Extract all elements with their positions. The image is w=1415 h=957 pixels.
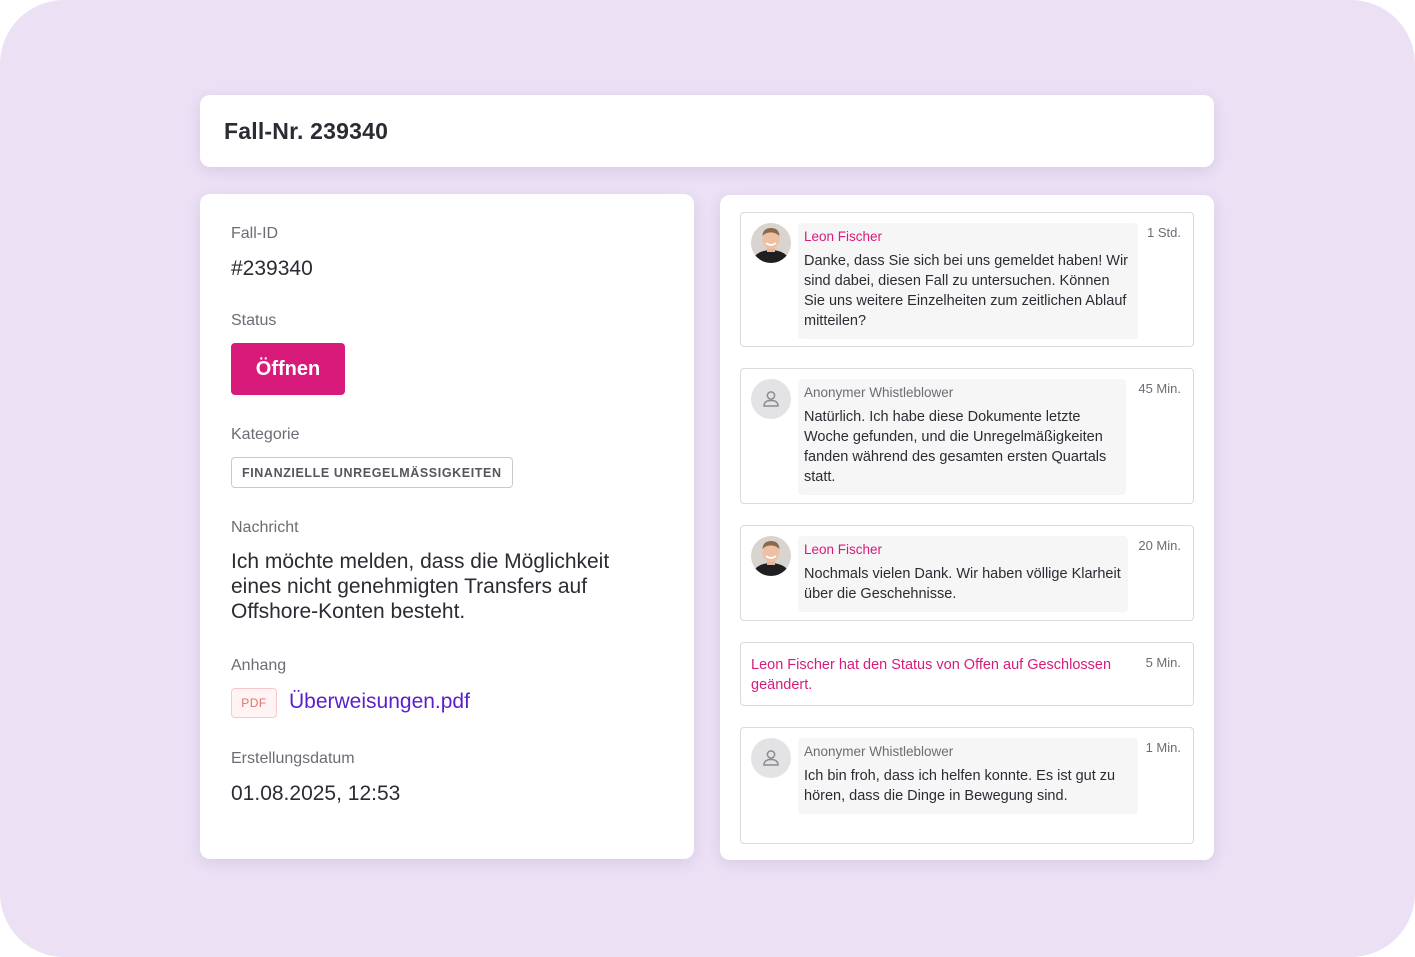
status-open-button[interactable]: Öffnen <box>231 343 345 395</box>
category-label: Kategorie <box>231 426 300 443</box>
message-text: Ich bin froh, dass ich helfen konnte. Es… <box>804 768 1116 804</box>
status-change-text: Leon Fischer hat den Status von Offen au… <box>751 657 1112 693</box>
attachment-link[interactable]: Überweisungen.pdf <box>289 690 470 714</box>
message-time: 1 Std. <box>1147 225 1181 240</box>
user-silhouette-icon <box>763 750 779 766</box>
case-header: Fall-Nr. 239340 <box>200 95 1214 167</box>
person-photo-icon <box>751 536 791 576</box>
thread-message: Leon Fischer Danke, dass Sie sich bei un… <box>740 212 1194 347</box>
report-message: Ich möchte melden, dass die Möglichkeit … <box>231 550 610 623</box>
thread-message: Anonymer Whistleblower Natürlich. Ich ha… <box>740 368 1194 504</box>
message-time: 20 Min. <box>1138 538 1181 553</box>
thread-message: Leon Fischer Nochmals vielen Dank. Wir h… <box>740 525 1194 621</box>
message-thread-panel: Leon Fischer Danke, dass Sie sich bei un… <box>720 195 1214 860</box>
case-id-label: Fall-ID <box>231 225 279 242</box>
message-text: Nochmals vielen Dank. Wir haben völlige … <box>804 566 1121 602</box>
category-tag: FINANZIELLE UNREGELMÄSSIGKEITEN <box>231 457 513 488</box>
sender-name: Anonymer Whistleblower <box>804 744 954 759</box>
created-value: 01.08.2025, 12:53 <box>231 782 401 805</box>
sender-name: Anonymer Whistleblower <box>804 385 954 400</box>
anonymous-avatar <box>751 379 791 419</box>
message-time: 45 Min. <box>1138 381 1181 396</box>
thread-message: Anonymer Whistleblower Ich bin froh, das… <box>740 727 1194 844</box>
user-silhouette-icon <box>763 391 779 407</box>
person-photo-icon <box>751 223 791 263</box>
message-text: Natürlich. Ich habe diese Dokumente letz… <box>804 409 1107 485</box>
page-background: Fall-Nr. 239340 Fall-ID #239340 Status Ö… <box>0 0 1415 957</box>
message-bubble: Leon Fischer Danke, dass Sie sich bei un… <box>798 223 1138 339</box>
case-id-value: #239340 <box>231 257 313 280</box>
attachment-label: Anhang <box>231 657 287 674</box>
message-time: 1 Min. <box>1145 740 1181 755</box>
pdf-file-icon: PDF <box>231 688 277 718</box>
status-label: Status <box>231 312 277 329</box>
case-details-panel: Fall-ID #239340 Status Öffnen Kategorie … <box>200 194 694 859</box>
leon-fischer-avatar <box>751 223 791 263</box>
message-bubble: Anonymer Whistleblower Natürlich. Ich ha… <box>798 379 1126 495</box>
message-label: Nachricht <box>231 519 299 536</box>
leon-fischer-avatar <box>751 536 791 576</box>
message-bubble: Leon Fischer Nochmals vielen Dank. Wir h… <box>798 536 1128 612</box>
created-label: Erstellungsdatum <box>231 750 355 767</box>
page-title: Fall-Nr. 239340 <box>224 117 389 144</box>
message-text: Danke, dass Sie sich bei uns gemeldet ha… <box>804 253 1129 329</box>
anonymous-avatar <box>751 738 791 778</box>
message-time: 5 Min. <box>1145 655 1181 670</box>
message-bubble: Anonymer Whistleblower Ich bin froh, das… <box>798 738 1138 814</box>
sender-name: Leon Fischer <box>804 229 883 244</box>
sender-name: Leon Fischer <box>804 542 883 557</box>
status-change-event: Leon Fischer hat den Status von Offen au… <box>740 642 1194 706</box>
